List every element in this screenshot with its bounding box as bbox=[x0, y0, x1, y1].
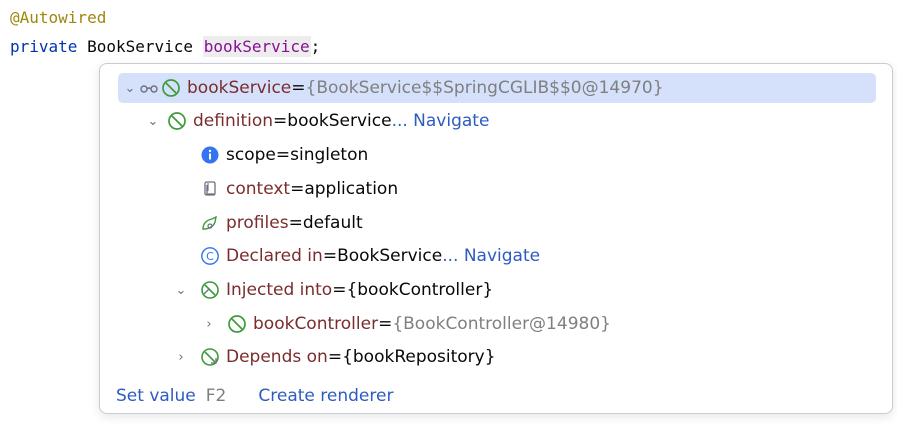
navigate-link[interactable]: ... Navigate bbox=[442, 246, 540, 266]
tree-row-value: {BookController@14980} bbox=[392, 314, 611, 334]
popup-footer: Set value F2 Create renderer bbox=[116, 386, 393, 406]
tree-row-eq: = bbox=[275, 145, 291, 165]
tree-row-injected-into[interactable]: ⌄ Injected into = {bookController} bbox=[172, 275, 494, 305]
tree-row-name: context bbox=[226, 179, 291, 199]
profiles-icon bbox=[200, 213, 220, 233]
tree-row-value: BookService bbox=[337, 246, 443, 266]
keyword-private: private bbox=[10, 37, 78, 56]
tree-row-eq: = bbox=[291, 78, 306, 98]
chevron-down-icon[interactable]: ⌄ bbox=[121, 81, 139, 96]
tree-row-value: bookService bbox=[287, 111, 392, 131]
tree-row-scope[interactable]: scope = singleton bbox=[200, 140, 368, 170]
tree-row-value: {bookRepository} bbox=[342, 347, 496, 367]
tree-row-bookservice[interactable]: ⌄ bookService = {BookService$$SpringCGLI… bbox=[118, 73, 876, 103]
spring-bean-icon bbox=[161, 78, 181, 98]
tree-row-name: bookController bbox=[253, 314, 379, 334]
info-icon bbox=[200, 145, 220, 165]
injection-icon bbox=[200, 280, 220, 300]
dependency-icon bbox=[200, 347, 220, 367]
chevron-right-icon[interactable]: › bbox=[200, 317, 218, 332]
tree-row-bookcontroller[interactable]: › bookController = {BookController@14980… bbox=[200, 309, 611, 339]
tree-row-eq: = bbox=[288, 213, 303, 233]
svg-text:C: C bbox=[206, 250, 214, 263]
tree-row-context[interactable]: context = application bbox=[200, 174, 398, 204]
create-renderer-button[interactable]: Create renderer bbox=[258, 386, 393, 406]
tree-row-eq: = bbox=[332, 280, 347, 300]
tree-row-name: bookService bbox=[187, 78, 292, 98]
chevron-down-icon[interactable]: ⌄ bbox=[144, 114, 162, 129]
tree-row-profiles[interactable]: profiles = default bbox=[200, 208, 363, 238]
annotation-line: @Autowired bbox=[10, 8, 107, 27]
tree-row-value: {BookService$$SpringCGLIB$$0@14970} bbox=[305, 78, 664, 98]
tree-row-name: Depends on bbox=[226, 347, 328, 367]
tree-row-name: Injected into bbox=[226, 280, 333, 300]
declaration-line: private BookService bookService; bbox=[10, 36, 321, 57]
tree-row-value: application bbox=[304, 179, 399, 199]
tree-row-value: singleton bbox=[290, 145, 369, 165]
set-value-shortcut: F2 bbox=[205, 386, 227, 406]
tree-row-eq: = bbox=[273, 111, 288, 131]
chevron-down-icon[interactable]: ⌄ bbox=[172, 283, 190, 298]
field-name[interactable]: bookService bbox=[202, 36, 311, 57]
tree-row-eq: = bbox=[290, 179, 305, 199]
glasses-icon bbox=[139, 78, 159, 98]
tree-row-eq: = bbox=[322, 246, 338, 266]
tree-row-name: definition bbox=[193, 111, 274, 131]
document-icon bbox=[200, 179, 220, 199]
tree-row-eq: = bbox=[327, 347, 343, 367]
tree-row-name: scope bbox=[226, 145, 276, 165]
tree-row-name: profiles bbox=[226, 213, 289, 233]
tree-row-value: {bookController} bbox=[346, 280, 494, 300]
tree-row-eq: = bbox=[378, 314, 393, 334]
spring-bean-icon bbox=[167, 111, 187, 131]
tree-row-name: Declared in bbox=[226, 246, 323, 266]
set-value-button[interactable]: Set value bbox=[116, 386, 196, 406]
navigate-link[interactable]: ... Navigate bbox=[392, 111, 490, 131]
debugger-value-popup: ⌄ bookService = {BookService$$SpringCGLI… bbox=[99, 63, 893, 414]
type-name[interactable]: BookService bbox=[87, 37, 193, 56]
chevron-right-icon[interactable]: › bbox=[172, 350, 190, 365]
tree-row-value: default bbox=[302, 213, 363, 233]
tree-row-depends-on[interactable]: › Depends on = {bookRepository} bbox=[172, 342, 496, 372]
class-icon: C bbox=[200, 246, 220, 266]
semicolon: ; bbox=[310, 37, 321, 56]
spring-bean-icon bbox=[227, 314, 247, 334]
tree-row-declared-in[interactable]: C Declared in = BookService ... Navigate bbox=[200, 241, 540, 271]
tree-row-definition[interactable]: ⌄ definition = bookService ... Navigate bbox=[144, 106, 490, 136]
